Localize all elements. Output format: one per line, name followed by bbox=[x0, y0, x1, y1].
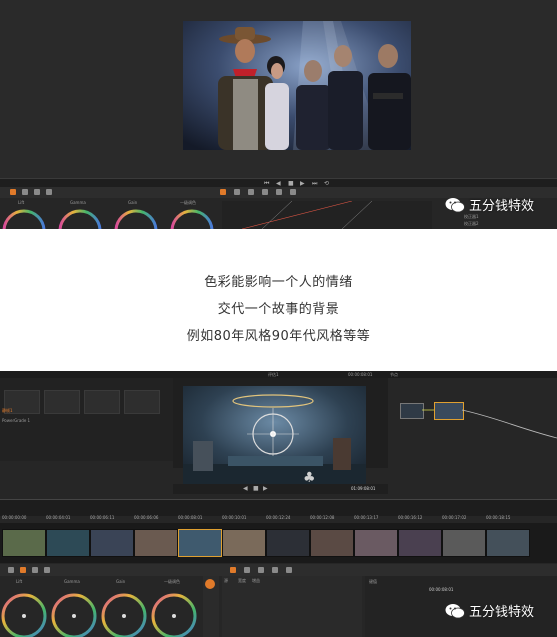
wheel-label-gamma: Gamma bbox=[64, 579, 80, 584]
clip-timecode: 00:00:16:12 bbox=[398, 515, 423, 520]
curves-graph[interactable] bbox=[222, 201, 432, 229]
key-icon[interactable] bbox=[262, 189, 268, 195]
top-bar: 评估1 00:00:08:01 节点 bbox=[0, 371, 557, 378]
watermark-text: 五分钱特效 bbox=[469, 199, 535, 214]
key-icon[interactable] bbox=[286, 567, 292, 573]
window-tool-icon[interactable] bbox=[44, 567, 50, 573]
side-label-width: 宽度 bbox=[238, 578, 246, 583]
node-item-1[interactable]: 校正器1 bbox=[464, 214, 479, 220]
clip-7[interactable] bbox=[266, 529, 310, 557]
clip-timecode-row: 00:00:00:00 00:00:04:01 00:00:06:11 00:0… bbox=[0, 515, 557, 523]
clip-4[interactable] bbox=[134, 529, 178, 557]
curves-tool-icon[interactable] bbox=[22, 189, 28, 195]
gallery-thumb-4[interactable] bbox=[124, 390, 160, 414]
layer-list: 源 宽度 增益 bbox=[222, 576, 362, 637]
clip-3[interactable] bbox=[90, 529, 134, 557]
viewer-timecode: 00:00:08:01 bbox=[348, 372, 373, 377]
clip-1[interactable] bbox=[2, 529, 46, 557]
video-frame-cowboy-scene bbox=[183, 21, 411, 150]
info-label: 键值 bbox=[369, 579, 377, 584]
motion-icon[interactable] bbox=[32, 567, 38, 573]
still-label[interactable]: 静帧1 bbox=[2, 408, 13, 414]
caption-line-3: 例如80年风格90年代风格等等 bbox=[186, 329, 371, 344]
watermark-text: 五分钱特效 bbox=[469, 605, 535, 620]
tracker-icon[interactable] bbox=[234, 189, 240, 195]
qualifier-tool-icon[interactable] bbox=[34, 189, 40, 195]
camera-raw-icon[interactable] bbox=[8, 567, 14, 573]
clip-strip bbox=[0, 523, 557, 563]
color-wheel-tool-icon[interactable] bbox=[10, 189, 16, 195]
transport-bar-2: ▶ ■ ◀ 01:09:08:01 bbox=[173, 484, 388, 494]
curve-mode-icon[interactable] bbox=[220, 189, 226, 195]
qualifier-tool-icon[interactable] bbox=[244, 567, 250, 573]
node-graph-panel bbox=[388, 378, 557, 468]
resolve-screenshot-top: ⏮ ◀ ■ ▶ ⏭ ⟲ Lift Gamma Gain 一级调色 校正器1 校正… bbox=[0, 0, 557, 229]
power-icon[interactable] bbox=[205, 579, 215, 589]
watermark-top: 五分钱特效 bbox=[445, 195, 534, 214]
wechat-icon bbox=[445, 604, 465, 619]
gallery-panel: 静帧1 PowerGrade 1 bbox=[0, 378, 173, 461]
powergrade-label[interactable]: PowerGrade 1 bbox=[2, 418, 30, 423]
transport-timecode: 01:09:08:01 bbox=[351, 486, 376, 491]
clip-8[interactable] bbox=[310, 529, 354, 557]
gallery-thumb-3[interactable] bbox=[84, 390, 120, 414]
color-wheel-tool-icon[interactable] bbox=[20, 567, 26, 573]
node-connections bbox=[422, 409, 557, 439]
clip-9[interactable] bbox=[354, 529, 398, 557]
color-toolbar-2 bbox=[0, 564, 557, 576]
video-frame-casino-scene: ♣ bbox=[183, 386, 366, 489]
loop-icon[interactable]: ⟲ bbox=[324, 180, 329, 187]
clip-11[interactable] bbox=[442, 529, 486, 557]
clip-6[interactable] bbox=[222, 529, 266, 557]
node-item-2[interactable]: 校正器2 bbox=[464, 221, 479, 227]
caption-line-2: 交代一个故事的背景 bbox=[217, 302, 340, 317]
stop-icon[interactable]: ■ bbox=[253, 485, 259, 492]
clip-timecode: 00:00:13:17 bbox=[354, 515, 379, 520]
wechat-icon bbox=[445, 198, 465, 213]
watermark-bottom: 五分钱特效 bbox=[445, 601, 534, 620]
color-wheels[interactable] bbox=[0, 586, 210, 637]
clip-timecode: 00:00:06:11 bbox=[90, 515, 115, 520]
clip-timecode: 00:00:00:00 bbox=[2, 515, 27, 520]
blur-icon[interactable] bbox=[272, 567, 278, 573]
wheel-label-gain: Gain bbox=[116, 579, 126, 584]
play-icon[interactable]: ▶ bbox=[263, 485, 268, 492]
side-label-gain: 增益 bbox=[252, 578, 260, 583]
gallery-thumb-2[interactable] bbox=[44, 390, 80, 414]
resolve-screenshot-bottom: 评估1 00:00:08:01 节点 静帧1 PowerGrade 1 ♣ ▶ … bbox=[0, 371, 557, 637]
clip-timecode: 00:00:12:24 bbox=[266, 515, 291, 520]
step-back-icon[interactable]: ◀ bbox=[276, 180, 281, 187]
side-label-source: 源 bbox=[224, 578, 228, 583]
wheel-label-primary: 一级调色 bbox=[164, 579, 180, 584]
window-tool-icon[interactable] bbox=[46, 189, 52, 195]
clip-timecode: 00:00:04:01 bbox=[46, 515, 71, 520]
clip-10[interactable] bbox=[398, 529, 442, 557]
stop-icon[interactable]: ■ bbox=[288, 180, 294, 187]
play-icon[interactable]: ▶ bbox=[300, 180, 305, 187]
sizing-icon[interactable] bbox=[276, 189, 282, 195]
curve-mode-icon[interactable] bbox=[230, 567, 236, 573]
tracker-icon[interactable] bbox=[258, 567, 264, 573]
step-back-icon[interactable]: ◀ bbox=[243, 485, 248, 492]
clip-timecode: 00:00:12:08 bbox=[310, 515, 335, 520]
clip-timecode: 00:00:17:02 bbox=[442, 515, 467, 520]
blur-icon[interactable] bbox=[248, 189, 254, 195]
clip-timecode: 00:00:06:06 bbox=[134, 515, 159, 520]
clip-2[interactable] bbox=[46, 529, 90, 557]
3d-icon[interactable] bbox=[290, 189, 296, 195]
clip-timecode: 00:00:18:15 bbox=[486, 515, 511, 520]
color-wheels[interactable] bbox=[0, 205, 220, 229]
clip-12[interactable] bbox=[486, 529, 530, 557]
tool-column bbox=[203, 576, 219, 637]
clip-timecode: 00:00:10:01 bbox=[222, 515, 247, 520]
info-timecode: 00:00:08:01 bbox=[429, 587, 454, 592]
clip-5[interactable] bbox=[178, 529, 222, 557]
clip-timecode: 00:00:08:01 bbox=[178, 515, 203, 520]
caption-line-1: 色彩能影响一个人的情绪 bbox=[204, 275, 353, 290]
timeline-ruler[interactable] bbox=[0, 499, 557, 516]
wheel-label-lift: Lift bbox=[16, 579, 23, 584]
